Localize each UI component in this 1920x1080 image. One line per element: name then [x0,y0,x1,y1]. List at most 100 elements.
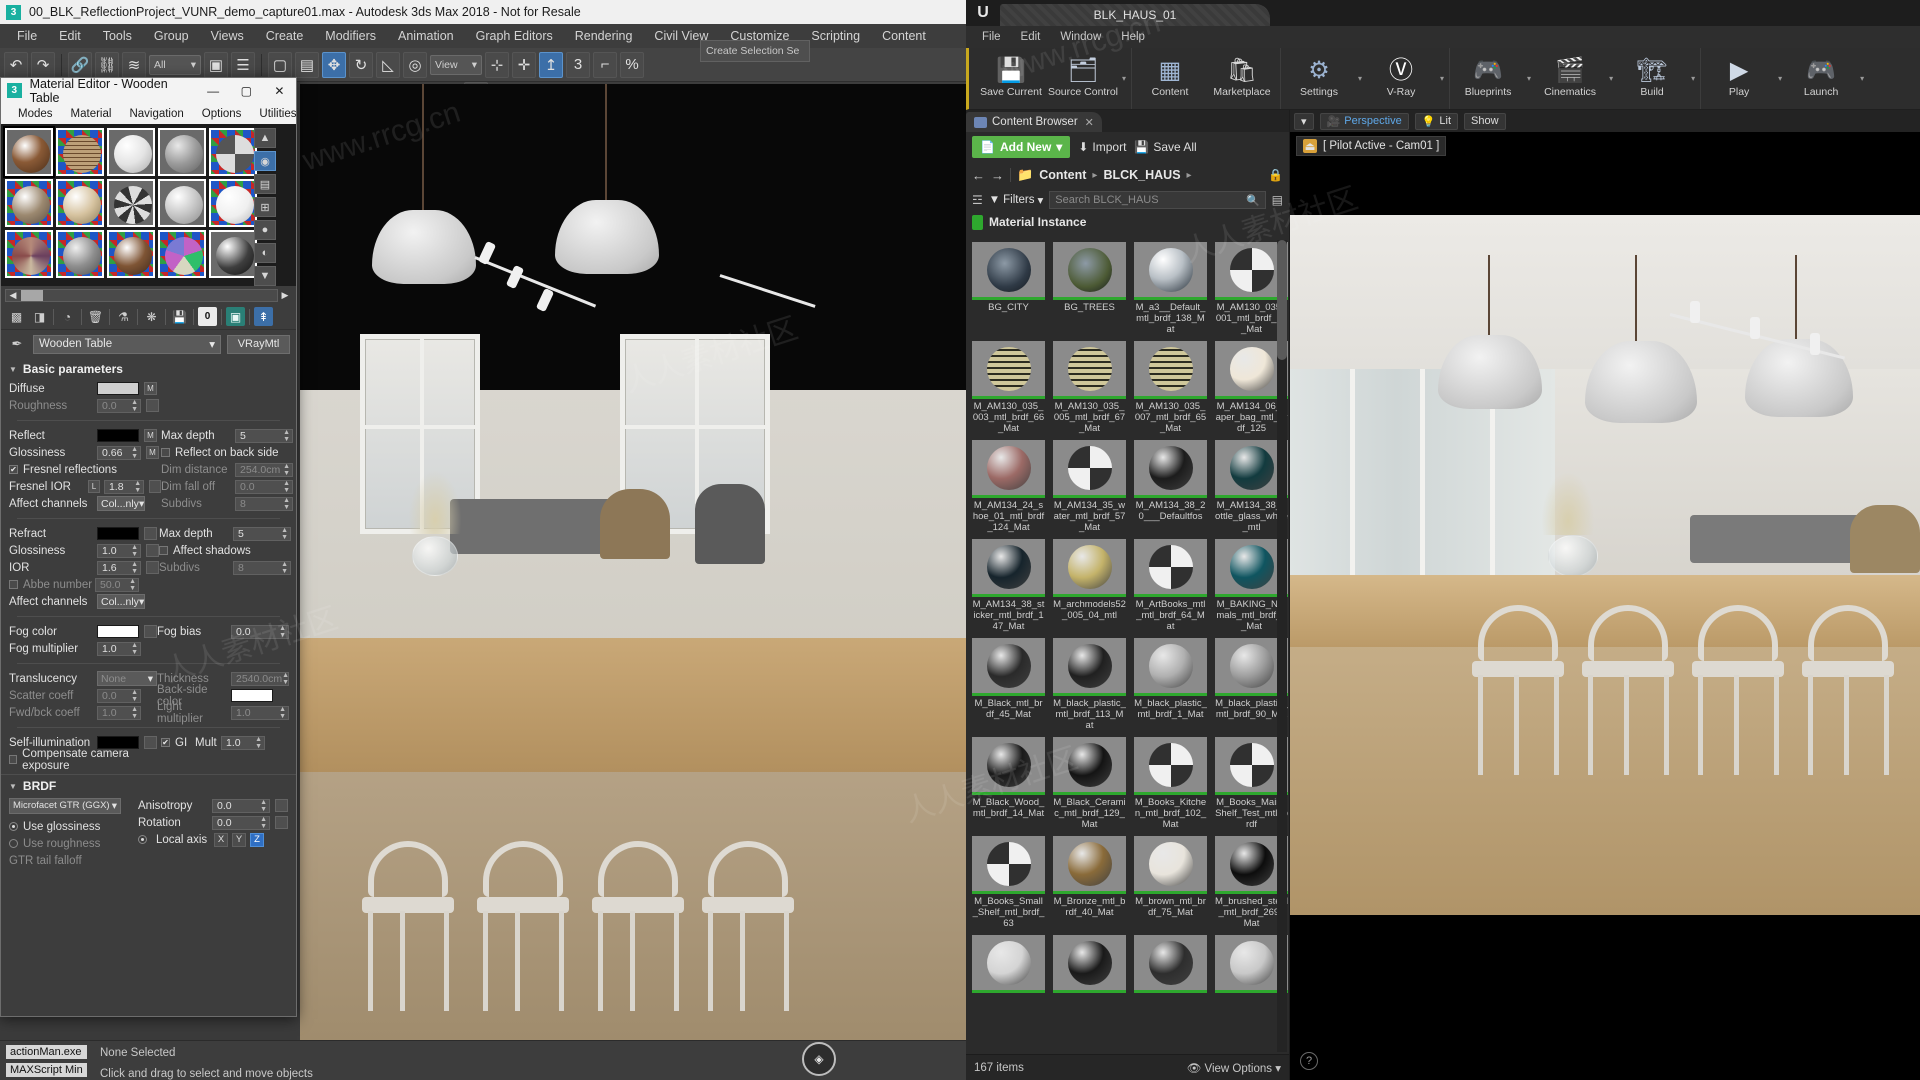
scroll-down-icon[interactable]: ▼ [254,266,276,286]
max-menu-animation[interactable]: Animation [387,26,465,46]
fresnel-reflections-checkbox[interactable]: ✔ [9,465,18,474]
asset-item[interactable]: M_archmodels52_005_04_mtl [1053,539,1126,632]
affect-channels-reflect-row[interactable]: Affect channels Col...nly ▾ [9,495,161,512]
max-menu-graph-editors[interactable]: Graph Editors [465,26,564,46]
asset-item[interactable]: M_black_plastic_mtl_brdf_1_Mat [1134,638,1207,731]
reflect-on-back-side-row[interactable]: Reflect on back side [161,444,293,461]
local-axis-z-button[interactable]: Z [250,833,264,847]
asset-grid-scrollbar[interactable] [1277,240,1287,1052]
get-material-icon[interactable]: ▩ [7,307,26,326]
angle-snap-icon[interactable]: ✛ [512,52,536,78]
marketplace-button[interactable]: 🛍 Marketplace [1206,51,1278,107]
import-button[interactable]: ⬇ Import [1078,140,1126,154]
asset-item[interactable]: M_AM130_035_003_mtl_brdf_66_Mat [972,341,1045,434]
asset-item[interactable]: M_Black_mtl_brdf_45_Mat [972,638,1045,731]
translucency-row[interactable]: Translucency None ▾ [9,670,157,687]
source-control-button[interactable]: 🗂 Source Control [1047,51,1119,107]
fog-bias-row[interactable]: Fog bias 0.0 ▲▼ [157,623,289,640]
reflect-map-button[interactable]: M [144,429,157,442]
eyedropper-icon[interactable]: ✒ [7,336,27,352]
fog-multiplier-row[interactable]: Fog multiplier 1.0 ▲▼ [9,640,157,657]
sample-slot[interactable] [56,179,104,227]
me-menu-navigation[interactable]: Navigation [120,106,192,122]
spinner-arrows-icon[interactable]: ▲▼ [134,480,143,494]
refract-glossiness-row[interactable]: Glossiness 1.0 ▲▼ [9,542,159,559]
fresnel-ior-spinner[interactable]: 1.8 ▲▼ [104,480,144,494]
chevron-down-icon[interactable]: ▾ [1119,74,1129,83]
refract-subdivs-spinner[interactable]: 8 ▲▼ [233,561,291,575]
pendant-lamp[interactable] [555,200,659,274]
max-menu-rendering[interactable]: Rendering [564,26,644,46]
unlink-icon[interactable]: ⛓ [95,52,119,78]
eject-pilot-icon[interactable]: ⏏ [1303,139,1317,153]
anisotropy-spinner[interactable]: 0.0 ▲▼ [212,799,270,813]
sample-slot[interactable] [107,230,155,278]
wishbone-chair[interactable] [700,841,796,1021]
gi-checkbox[interactable]: ✔ [161,738,170,747]
refract-glossiness-map-button[interactable] [146,544,159,557]
refract-row[interactable]: Refract [9,525,159,542]
scroll-up-icon[interactable]: ▲ [254,128,276,148]
local-axis-row[interactable]: Local axis X Y Z [138,831,288,848]
scroll-right-icon[interactable]: ▶ [278,290,292,301]
close-icon[interactable]: ✕ [1085,116,1094,129]
sample-slot[interactable] [107,179,155,227]
asset-thumbnail[interactable] [1053,539,1126,597]
chevron-down-icon[interactable]: ▾ [1857,74,1867,83]
refract-map-button[interactable] [144,527,157,540]
fwd-bck-coeff-row[interactable]: Fwd/bck coeff 1.0 ▲▼ [9,704,157,721]
anisotropy-map-button[interactable] [275,799,288,812]
spinner-snap-icon[interactable]: 3 [566,52,590,78]
refract-subdivs-row[interactable]: Subdivs 8 ▲▼ [159,559,291,576]
reflect-on-back-side-checkbox[interactable] [161,448,170,457]
sample-slot[interactable] [158,230,206,278]
fresnel-ior-row[interactable]: Fresnel IOR L 1.8 ▲▼ [9,478,161,495]
ue-menu-window[interactable]: Window [1050,29,1111,45]
ior-map-button[interactable] [146,561,159,574]
minimize-icon[interactable]: — [197,78,230,103]
scrollbar-thumb[interactable] [1277,240,1287,360]
back-side-color-swatch[interactable] [231,689,273,702]
brdf-header[interactable]: ▼ BRDF [1,775,296,797]
max-menu-content[interactable]: Content [871,26,937,46]
spinner-arrows-icon[interactable]: ▲▼ [131,544,140,558]
layout-icon[interactable]: ⊞ [254,197,276,217]
asset-thumbnail[interactable] [1134,440,1207,498]
reflect-subdivs-row[interactable]: Subdivs 8 ▲▼ [161,495,293,512]
refract-glossiness-spinner[interactable]: 1.0 ▲▼ [97,544,141,558]
translucency-combo[interactable]: None ▾ [97,671,157,686]
spinner-arrows-icon[interactable]: ▲▼ [129,578,138,592]
asset-item[interactable]: M_AM134_38_sticker_mtl_brdf_147_Mat [972,539,1045,632]
viewport-options-icon[interactable]: ▾ [1294,113,1314,130]
viewport-toolbar[interactable]: ▾ 🎥 Perspective 💡 Lit Show [1290,110,1920,132]
sample-slot[interactable] [107,128,155,176]
chevron-down-icon[interactable]: ▾ [1688,74,1698,83]
asset-item[interactable]: M_ArtBooks_mtl_mtl_brdf_64_Mat [1134,539,1207,632]
content-browser-action-row[interactable]: 📄 Add New ▾ ⬇ Import 💾 Save All [966,132,1289,162]
sample-slot[interactable] [5,179,53,227]
reflect-max-depth-row[interactable]: Max depth 5 ▲▼ [161,427,293,444]
asset-thumbnail[interactable] [972,836,1045,894]
lit-button[interactable]: 💡 Lit [1415,113,1458,130]
select-scale-icon[interactable]: ◺ [376,52,400,78]
window-crossing-icon[interactable]: ▤ [295,52,319,78]
perspective-button[interactable]: 🎥 Perspective [1320,113,1409,130]
spinner-arrows-icon[interactable]: ▲▼ [279,625,288,639]
asset-thumbnail[interactable] [972,341,1045,399]
ue-menu-edit[interactable]: Edit [1011,29,1051,45]
material-editor-toolbar[interactable]: ▩ ◨ ◔ 🗑 ⚗ ❋ 💾 0 ▣ ⇞ [1,304,296,330]
selection-filter-combo[interactable]: All ▾ [149,55,201,75]
use-roughness-radio[interactable] [9,839,18,848]
fog-color-row[interactable]: Fog color [9,623,157,640]
reflect-color-swatch[interactable] [97,429,139,442]
glass-vase[interactable] [412,536,458,576]
spinner-arrows-icon[interactable]: ▲▼ [131,689,140,703]
fog-bias-spinner[interactable]: 0.0 ▲▼ [231,625,289,639]
local-axis-x-button[interactable]: X [214,833,228,847]
material-effects-icon[interactable]: ❋ [142,307,161,326]
sample-slot[interactable] [209,230,257,278]
select-move-icon[interactable]: ✥ [322,52,346,78]
pilot-active-bar[interactable]: ⏏ [ Pilot Active - Cam01 ] [1296,136,1446,156]
reflect-glossiness-row[interactable]: Glossiness 0.66 ▲▼ M [9,444,161,461]
sources-panel-icon[interactable]: ☲ [972,193,983,207]
